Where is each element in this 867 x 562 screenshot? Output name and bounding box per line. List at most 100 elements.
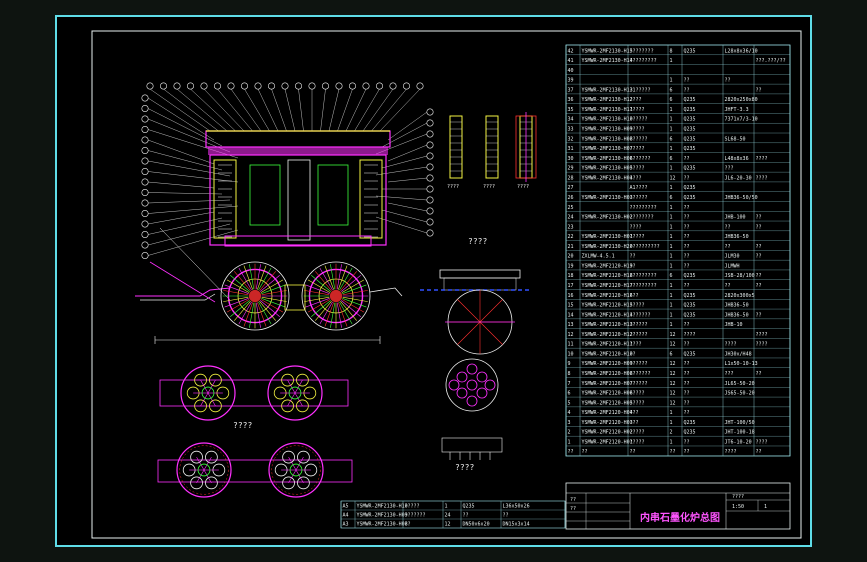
- bom-cell-mat: Q235: [684, 420, 696, 426]
- bom-cell-extra: ????: [756, 342, 768, 348]
- lower-cell-name: ??: [405, 522, 411, 528]
- bom-cell-code: YSMWR-2MF2130-H04: [582, 175, 633, 181]
- bom-cell-note: JHT-100-18: [725, 430, 755, 436]
- bom-cell-code: YSMWR-2MF2130-H20: [582, 244, 633, 250]
- bom-cell-qty: 1: [670, 312, 673, 318]
- bom-cell-no: 27: [568, 185, 574, 191]
- bom-cell-name: ??????: [630, 322, 648, 328]
- bom-cell-code: YSMWR-2MF2130-H15: [582, 48, 633, 54]
- bom-cell-no: 6: [568, 391, 571, 397]
- bom-cell-qty: 12: [670, 371, 676, 377]
- lower-cell-name: ???????: [405, 513, 426, 519]
- bom-cell-no: 33: [568, 127, 574, 133]
- bom-cell-qty: 8: [670, 48, 673, 54]
- bom-cell-no: 8: [568, 371, 571, 377]
- bom-cell-no: 31: [568, 146, 574, 152]
- bom-cell-name: ?????: [630, 430, 645, 436]
- lower-cell-no: A3: [343, 522, 349, 528]
- bom-cell-name: ??????????: [630, 244, 660, 250]
- bom-cell-code: YSMWR-2MF2120-H14: [582, 312, 633, 318]
- bom-cell-mat: Q235: [684, 312, 696, 318]
- bom-cell-name: ?????: [630, 234, 645, 240]
- lower-cell-no: A5: [343, 504, 349, 510]
- bom-cell-code: YSMWR-2MF2120-H15: [582, 303, 633, 309]
- bom-cell-mat: Q235: [684, 273, 696, 279]
- bom-cell-name: ????: [630, 97, 642, 103]
- bom-cell-mat: Q235: [684, 293, 696, 299]
- bom-cell-name: ???: [630, 293, 639, 299]
- bom-cell-extra: ??: [756, 215, 762, 221]
- bom-cell-mat: Q235: [684, 127, 696, 133]
- bom-cell-qty: 1: [670, 283, 673, 289]
- bom-cell-note: JHB36-50: [725, 234, 749, 240]
- bom-cell-qty: 6: [670, 136, 673, 142]
- cad-drawing-sheet: ???? ???? ???? ???? ???? ???? 42 YSMWR-2…: [0, 0, 867, 562]
- bom-cell-mat: ??: [684, 254, 690, 260]
- bom-cell-mat: ??: [684, 263, 690, 269]
- bom-cell-extra: ????: [756, 156, 768, 162]
- bom-cell-note: JLMWH: [725, 263, 740, 269]
- bom-cell-qty: 1: [670, 185, 673, 191]
- bom-cell-code: YSMWR-2MF2120-H01: [582, 439, 633, 445]
- title-label-c: ??: [570, 506, 576, 512]
- bom-cell-note: JH30x/H48: [725, 351, 752, 357]
- bom-cell-name: ??: [630, 254, 636, 260]
- bom-cell-no: 32: [568, 136, 574, 142]
- bom-cell-qty: 1: [670, 166, 673, 172]
- lower-cell-qty: 24: [445, 513, 451, 519]
- bom-cell-mat: ??: [684, 342, 690, 348]
- bom-cell-no: 9: [568, 361, 571, 367]
- title-scale: 1:50: [732, 504, 744, 510]
- bom-cell-mat: ??: [684, 78, 690, 84]
- bom-cell-no: 42: [568, 48, 574, 54]
- bom-cell-note: L28x8x36/10: [725, 48, 758, 54]
- bom-cell-note: JHB36-50: [725, 303, 749, 309]
- bom-cell-mat: Q235: [684, 146, 696, 152]
- bom-cell-mat: ??: [684, 215, 690, 221]
- bom-cell-no: 28: [568, 175, 574, 181]
- bom-cell-name: ?????????: [630, 273, 657, 279]
- bom-cell-mat: ??: [684, 391, 690, 397]
- bom-cell-note: JHFT-3.3: [725, 107, 749, 113]
- bom-cell-code: YSMWR-2MF2120-H07: [582, 381, 633, 387]
- drawing-title: 内串石墨化炉总图: [640, 511, 720, 524]
- bom-cell-qty: 1: [670, 107, 673, 113]
- bom-cell-mat: ??: [684, 322, 690, 328]
- bom-cell-no: 25: [568, 205, 574, 211]
- bom-cell-note: L48x8x36: [725, 156, 749, 162]
- bom-cell-code: YSMWR-2MF2130-H09: [582, 127, 633, 133]
- title-label-a: ????: [732, 494, 744, 500]
- bom-cell-no: 20: [568, 254, 574, 260]
- bom-cell-no: 34: [568, 117, 574, 123]
- bom-cell-mat: ??: [684, 439, 690, 445]
- bom-cell-note: ??: [725, 224, 731, 230]
- lower-cell-code: YSMWR-2MF2130-H08: [357, 522, 408, 528]
- bom-cell-qty: 6: [670, 195, 673, 201]
- bom-cell-note: JSB-28/100: [725, 273, 755, 279]
- bom-cell-qty: 6: [670, 351, 673, 357]
- bom-cell-extra: ??: [756, 273, 762, 279]
- bom-cell-mat: ??: [684, 205, 690, 211]
- bom-cell-note: JL65-50-20: [725, 381, 755, 387]
- bom-cell-extra: ??: [756, 283, 762, 289]
- bom-cell-no: 17: [568, 283, 574, 289]
- bom-cell-name: ??: [630, 263, 636, 269]
- bom-cell-qty: 1: [670, 127, 673, 133]
- bom-cell-name: ?????: [630, 127, 645, 133]
- bom-cell-qty: 1: [670, 117, 673, 123]
- bom-cell-extra: ??: [756, 254, 762, 260]
- title-sheet: 1: [764, 504, 767, 510]
- bom-cell-code: YSMWR-2MF2120-H04: [582, 410, 633, 416]
- side-view-1-label: ????: [447, 184, 459, 190]
- bom-cell-name: ??????: [630, 117, 648, 123]
- bom-cell-no: 19: [568, 263, 574, 269]
- bom-header-extra: ??: [756, 449, 762, 455]
- bom-cell-name: A1????: [630, 185, 648, 191]
- bom-cell-qty: 12: [670, 400, 676, 406]
- bom-cell-qty: 1: [670, 303, 673, 309]
- bom-cell-note: JHT-100/50: [725, 420, 755, 426]
- bom-cell-qty: 12: [670, 391, 676, 397]
- bom-cell-extra: ??: [756, 371, 762, 377]
- bom-cell-extra: ????: [756, 332, 768, 338]
- bom-cell-qty: 6: [670, 97, 673, 103]
